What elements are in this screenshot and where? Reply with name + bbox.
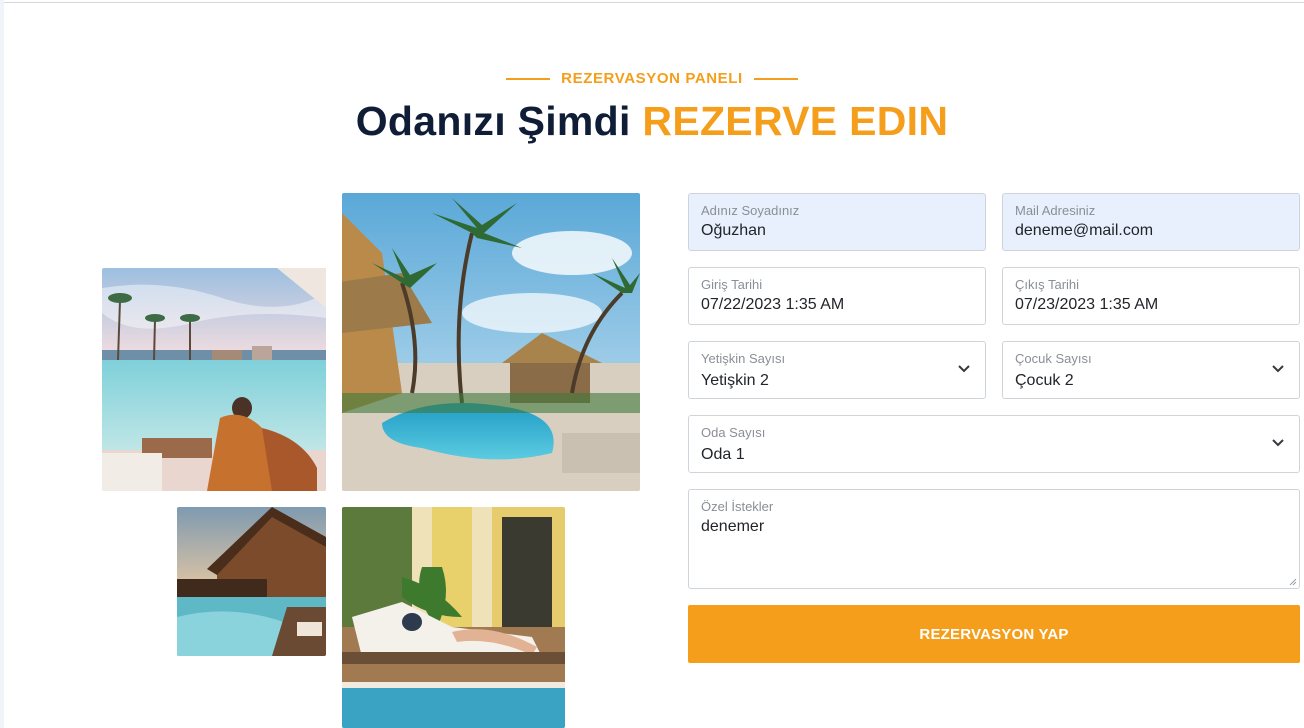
children-select[interactable]: Çocuk Sayısı Çocuk 2	[1002, 341, 1300, 399]
adults-select[interactable]: Yetişkin Sayısı Yetişkin 2	[688, 341, 986, 399]
rooms-value[interactable]: Oda 1	[701, 445, 745, 465]
rooms-label: Oda Sayısı	[701, 425, 766, 440]
tropical-resort-pool-photo	[342, 193, 640, 491]
name-field[interactable]: Adınız Soyadınız Oğuzhan	[688, 193, 986, 251]
lodge-pool-photo	[177, 507, 326, 656]
checkin-label: Giriş Tarihi	[701, 277, 763, 292]
title-accent: REZERVE EDIN	[642, 98, 949, 144]
chevron-down-icon[interactable]	[1271, 438, 1285, 448]
resize-handle-icon[interactable]	[1289, 578, 1297, 586]
checkin-date-field[interactable]: Giriş Tarihi 07/22/2023 1:35 AM	[688, 267, 986, 325]
checkout-date-field[interactable]: Çıkış Tarihi 07/23/2023 1:35 AM	[1002, 267, 1300, 325]
requests-value[interactable]: denemer	[701, 517, 764, 537]
eyebrow-right-rule	[753, 78, 798, 80]
beach-pool-photo	[102, 268, 326, 491]
eyebrow-left-rule	[506, 78, 551, 80]
email-field[interactable]: Mail Adresiniz deneme@mail.com	[1002, 193, 1300, 251]
requests-label: Özel İstekler	[701, 499, 774, 514]
eyebrow-text: REZERVASYON PANELI	[561, 70, 743, 87]
checkout-label: Çıkış Tarihi	[1015, 277, 1080, 292]
adults-value[interactable]: Yetişkin 2	[701, 371, 769, 391]
special-requests-textarea[interactable]: Özel İstekler denemer	[688, 489, 1300, 589]
adults-label: Yetişkin Sayısı	[701, 351, 786, 366]
chevron-down-icon[interactable]	[957, 364, 971, 374]
rooms-select[interactable]: Oda Sayısı Oda 1	[688, 415, 1300, 473]
children-value[interactable]: Çocuk 2	[1015, 371, 1074, 391]
page-title: Odanızı Şimdi REZERVE EDIN	[0, 97, 1304, 145]
top-divider	[0, 2, 1304, 3]
poolside-lounger-photo	[342, 507, 565, 728]
checkin-value[interactable]: 07/22/2023 1:35 AM	[701, 295, 844, 315]
chevron-down-icon[interactable]	[1271, 364, 1285, 374]
email-label: Mail Adresiniz	[1015, 203, 1096, 218]
checkout-value[interactable]: 07/23/2023 1:35 AM	[1015, 295, 1158, 315]
name-label: Adınız Soyadınız	[701, 203, 800, 218]
name-value[interactable]: Oğuzhan	[701, 221, 766, 241]
children-label: Çocuk Sayısı	[1015, 351, 1092, 366]
title-main: Odanızı Şimdi	[355, 98, 631, 144]
email-value[interactable]: deneme@mail.com	[1015, 221, 1153, 241]
section-eyebrow: REZERVASYON PANELI	[0, 69, 1304, 89]
submit-reservation-button[interactable]: REZERVASYON YAP	[688, 605, 1300, 663]
